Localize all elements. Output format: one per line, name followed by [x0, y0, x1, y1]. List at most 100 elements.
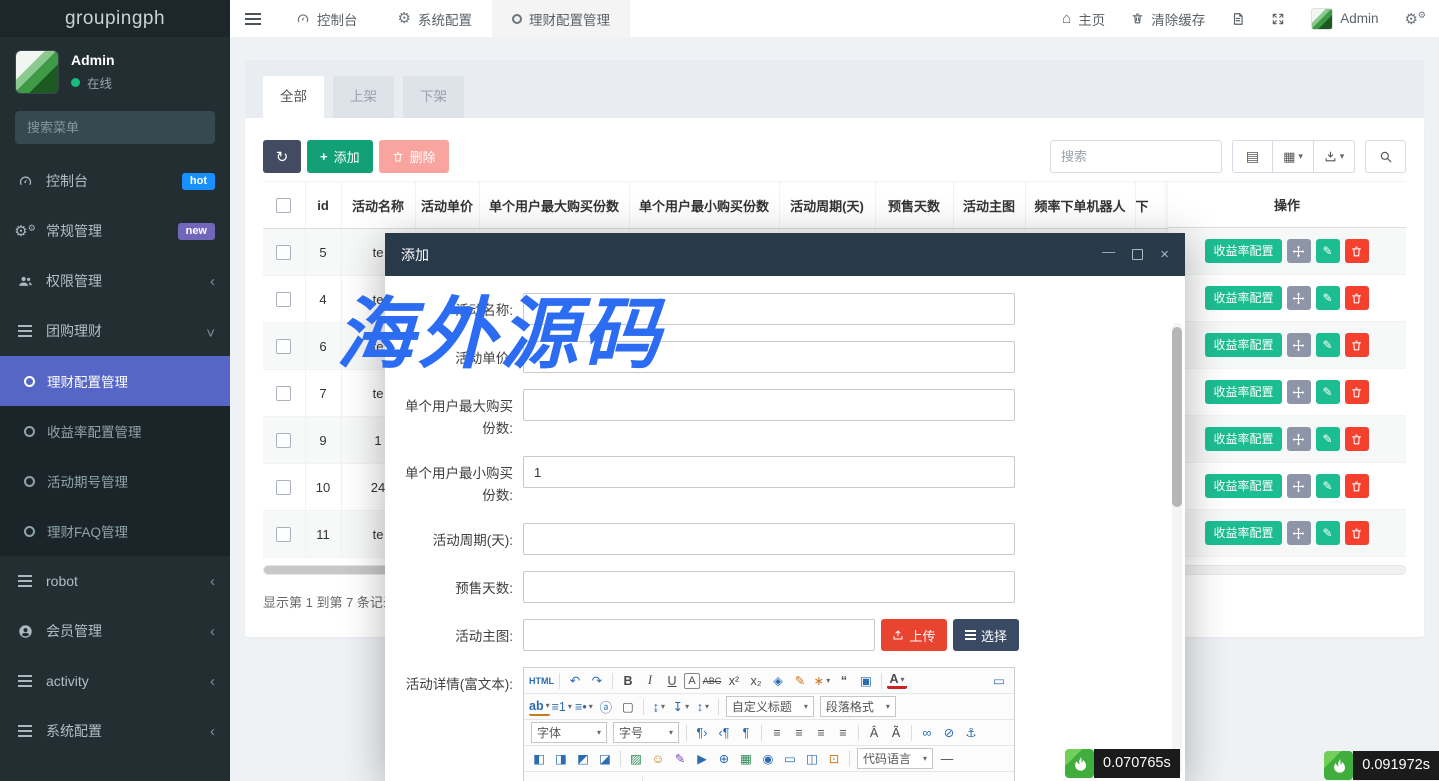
- unordered-list-icon[interactable]: ≡•▾: [574, 697, 594, 717]
- max-buy-input[interactable]: [523, 389, 1015, 421]
- superscript-icon[interactable]: x²: [724, 671, 744, 691]
- sidebar-item-permissions[interactable]: 权限管理 ‹: [0, 256, 230, 306]
- sidebar-item-system-config[interactable]: 系统配置 ‹: [0, 706, 230, 756]
- delete-row-button[interactable]: [1345, 474, 1369, 498]
- insert-iframe-icon[interactable]: ▭: [780, 749, 800, 769]
- export-button[interactable]: ▾: [1314, 140, 1355, 173]
- strikethrough-icon[interactable]: ABC: [702, 671, 722, 691]
- move-button[interactable]: [1287, 286, 1311, 310]
- merge-cells-icon[interactable]: ◫: [595, 775, 615, 781]
- insert-image-icon[interactable]: ▨: [626, 749, 646, 769]
- scrawl-icon[interactable]: ✎: [670, 749, 690, 769]
- delete-button[interactable]: 删除: [379, 140, 449, 173]
- table-search-input[interactable]: [1050, 140, 1222, 173]
- wrap-right-icon[interactable]: ◪: [595, 749, 615, 769]
- rotate-right-char-icon[interactable]: Ã: [886, 723, 906, 743]
- edit-button[interactable]: ✎: [1316, 521, 1340, 545]
- rate-config-button[interactable]: 收益率配置: [1205, 474, 1281, 498]
- delete-row-button[interactable]: [1345, 521, 1369, 545]
- font-color-icon[interactable]: A▾: [887, 672, 907, 689]
- choose-button[interactable]: 选择: [953, 619, 1019, 651]
- blockquote-icon[interactable]: “: [834, 671, 854, 691]
- paragraph-format-select[interactable]: 段落格式▾: [820, 696, 896, 717]
- activity-name-input[interactable]: [523, 293, 1015, 325]
- presale-days-input[interactable]: [523, 571, 1015, 603]
- snapscreen-icon[interactable]: ⊡: [824, 749, 844, 769]
- trace-timer-dialog[interactable]: 0.070765s: [1065, 749, 1180, 778]
- upload-button[interactable]: 上传: [881, 619, 947, 651]
- scrollbar-thumb[interactable]: [1172, 327, 1182, 507]
- spellcheck-icon[interactable]: ab▾: [529, 698, 550, 716]
- activity-price-input[interactable]: [523, 341, 1015, 373]
- insert-row-icon[interactable]: ▤: [648, 775, 668, 781]
- code-language-select[interactable]: 代码语言▾: [857, 748, 933, 769]
- paste-filter-icon[interactable]: ▣: [856, 671, 876, 691]
- sidebar-item-rate-config[interactable]: 收益率配置管理: [0, 406, 230, 456]
- move-button[interactable]: [1287, 474, 1311, 498]
- row-checkbox[interactable]: [276, 527, 291, 542]
- sidebar-item-activity[interactable]: activity ‹: [0, 656, 230, 706]
- italic-icon[interactable]: I: [640, 671, 660, 691]
- auto-link-icon[interactable]: ⓐ: [596, 697, 616, 717]
- row-checkbox[interactable]: [276, 386, 291, 401]
- sidebar-search-input[interactable]: [27, 120, 203, 135]
- split-cells-icon[interactable]: ◰: [617, 775, 637, 781]
- edit-button[interactable]: ✎: [1316, 380, 1340, 404]
- close-icon[interactable]: ×: [1160, 247, 1169, 262]
- font-size-select[interactable]: 字号▾: [613, 722, 679, 743]
- delete-row-button[interactable]: [1345, 286, 1369, 310]
- unlink-icon[interactable]: ⊘: [939, 723, 959, 743]
- add-button[interactable]: +添加: [307, 140, 373, 173]
- line-height-icon[interactable]: ↕▾: [693, 697, 713, 717]
- fullscreen-button[interactable]: [1258, 0, 1298, 37]
- nav-tab-dashboard[interactable]: 控制台: [276, 0, 378, 37]
- move-button[interactable]: [1287, 333, 1311, 357]
- delete-row-button[interactable]: [1345, 239, 1369, 263]
- maximize-icon[interactable]: [1132, 249, 1143, 260]
- main-image-input[interactable]: [523, 619, 875, 651]
- move-button[interactable]: [1287, 239, 1311, 263]
- align-center-icon[interactable]: ≡: [789, 723, 809, 743]
- edit-button[interactable]: ✎: [1316, 427, 1340, 451]
- format-brush-icon[interactable]: ✎: [790, 671, 810, 691]
- cell-props-icon[interactable]: ▣: [573, 775, 593, 781]
- spacing-after-icon[interactable]: ↧▾: [671, 697, 691, 717]
- table-props-icon[interactable]: ▢: [551, 775, 571, 781]
- detail-view-button[interactable]: ▤: [1232, 140, 1273, 173]
- sidebar-item-general[interactable]: ⚙⚙ 常规管理 new: [0, 206, 230, 256]
- row-checkbox[interactable]: [276, 292, 291, 307]
- trace-timer-page[interactable]: 0.091972s: [1324, 751, 1439, 780]
- tab-all[interactable]: 全部: [263, 76, 324, 118]
- sidebar-item-dashboard[interactable]: 控制台 hot: [0, 156, 230, 206]
- rotate-left-char-icon[interactable]: Â: [864, 723, 884, 743]
- anchor-icon[interactable]: ⚓: [961, 723, 981, 743]
- attachment-icon[interactable]: ⊕: [714, 749, 734, 769]
- row-checkbox[interactable]: [276, 245, 291, 260]
- select-all-checkbox[interactable]: [276, 198, 291, 213]
- columns-button[interactable]: ▦▾: [1273, 140, 1314, 173]
- dialog-header[interactable]: 添加 — ×: [385, 233, 1185, 276]
- custom-title-select[interactable]: 自定义标题▾: [726, 696, 814, 717]
- undo-icon[interactable]: ↶: [565, 671, 585, 691]
- ordered-list-icon[interactable]: ≡1▾: [552, 697, 572, 717]
- sidebar-item-period-manage[interactable]: 活动期号管理: [0, 456, 230, 506]
- source-code-icon[interactable]: HTML: [529, 671, 554, 691]
- tab-on-shelf[interactable]: 上架: [333, 76, 394, 118]
- font-family-select[interactable]: 字体▾: [531, 722, 607, 743]
- sidebar-item-robot[interactable]: robot ‹: [0, 556, 230, 606]
- insert-table-icon[interactable]: ▦: [529, 775, 549, 781]
- bold-icon[interactable]: B: [618, 671, 638, 691]
- insert-video-icon[interactable]: ▶: [692, 749, 712, 769]
- move-button[interactable]: [1287, 427, 1311, 451]
- delete-row-button[interactable]: [1345, 380, 1369, 404]
- indent-icon[interactable]: ¶›: [692, 723, 712, 743]
- move-button[interactable]: [1287, 521, 1311, 545]
- sidebar-item-group-finance[interactable]: 团购理财 ˅: [0, 306, 230, 356]
- rate-config-button[interactable]: 收益率配置: [1205, 380, 1281, 404]
- new-page-icon[interactable]: ▢: [618, 697, 638, 717]
- paragraph-spacing-icon[interactable]: ↨▾: [649, 697, 669, 717]
- align-right-icon[interactable]: ≡: [811, 723, 831, 743]
- emotion-icon[interactable]: ☺: [648, 749, 668, 769]
- user-menu[interactable]: Admin: [1298, 0, 1391, 37]
- rate-config-button[interactable]: 收益率配置: [1205, 521, 1281, 545]
